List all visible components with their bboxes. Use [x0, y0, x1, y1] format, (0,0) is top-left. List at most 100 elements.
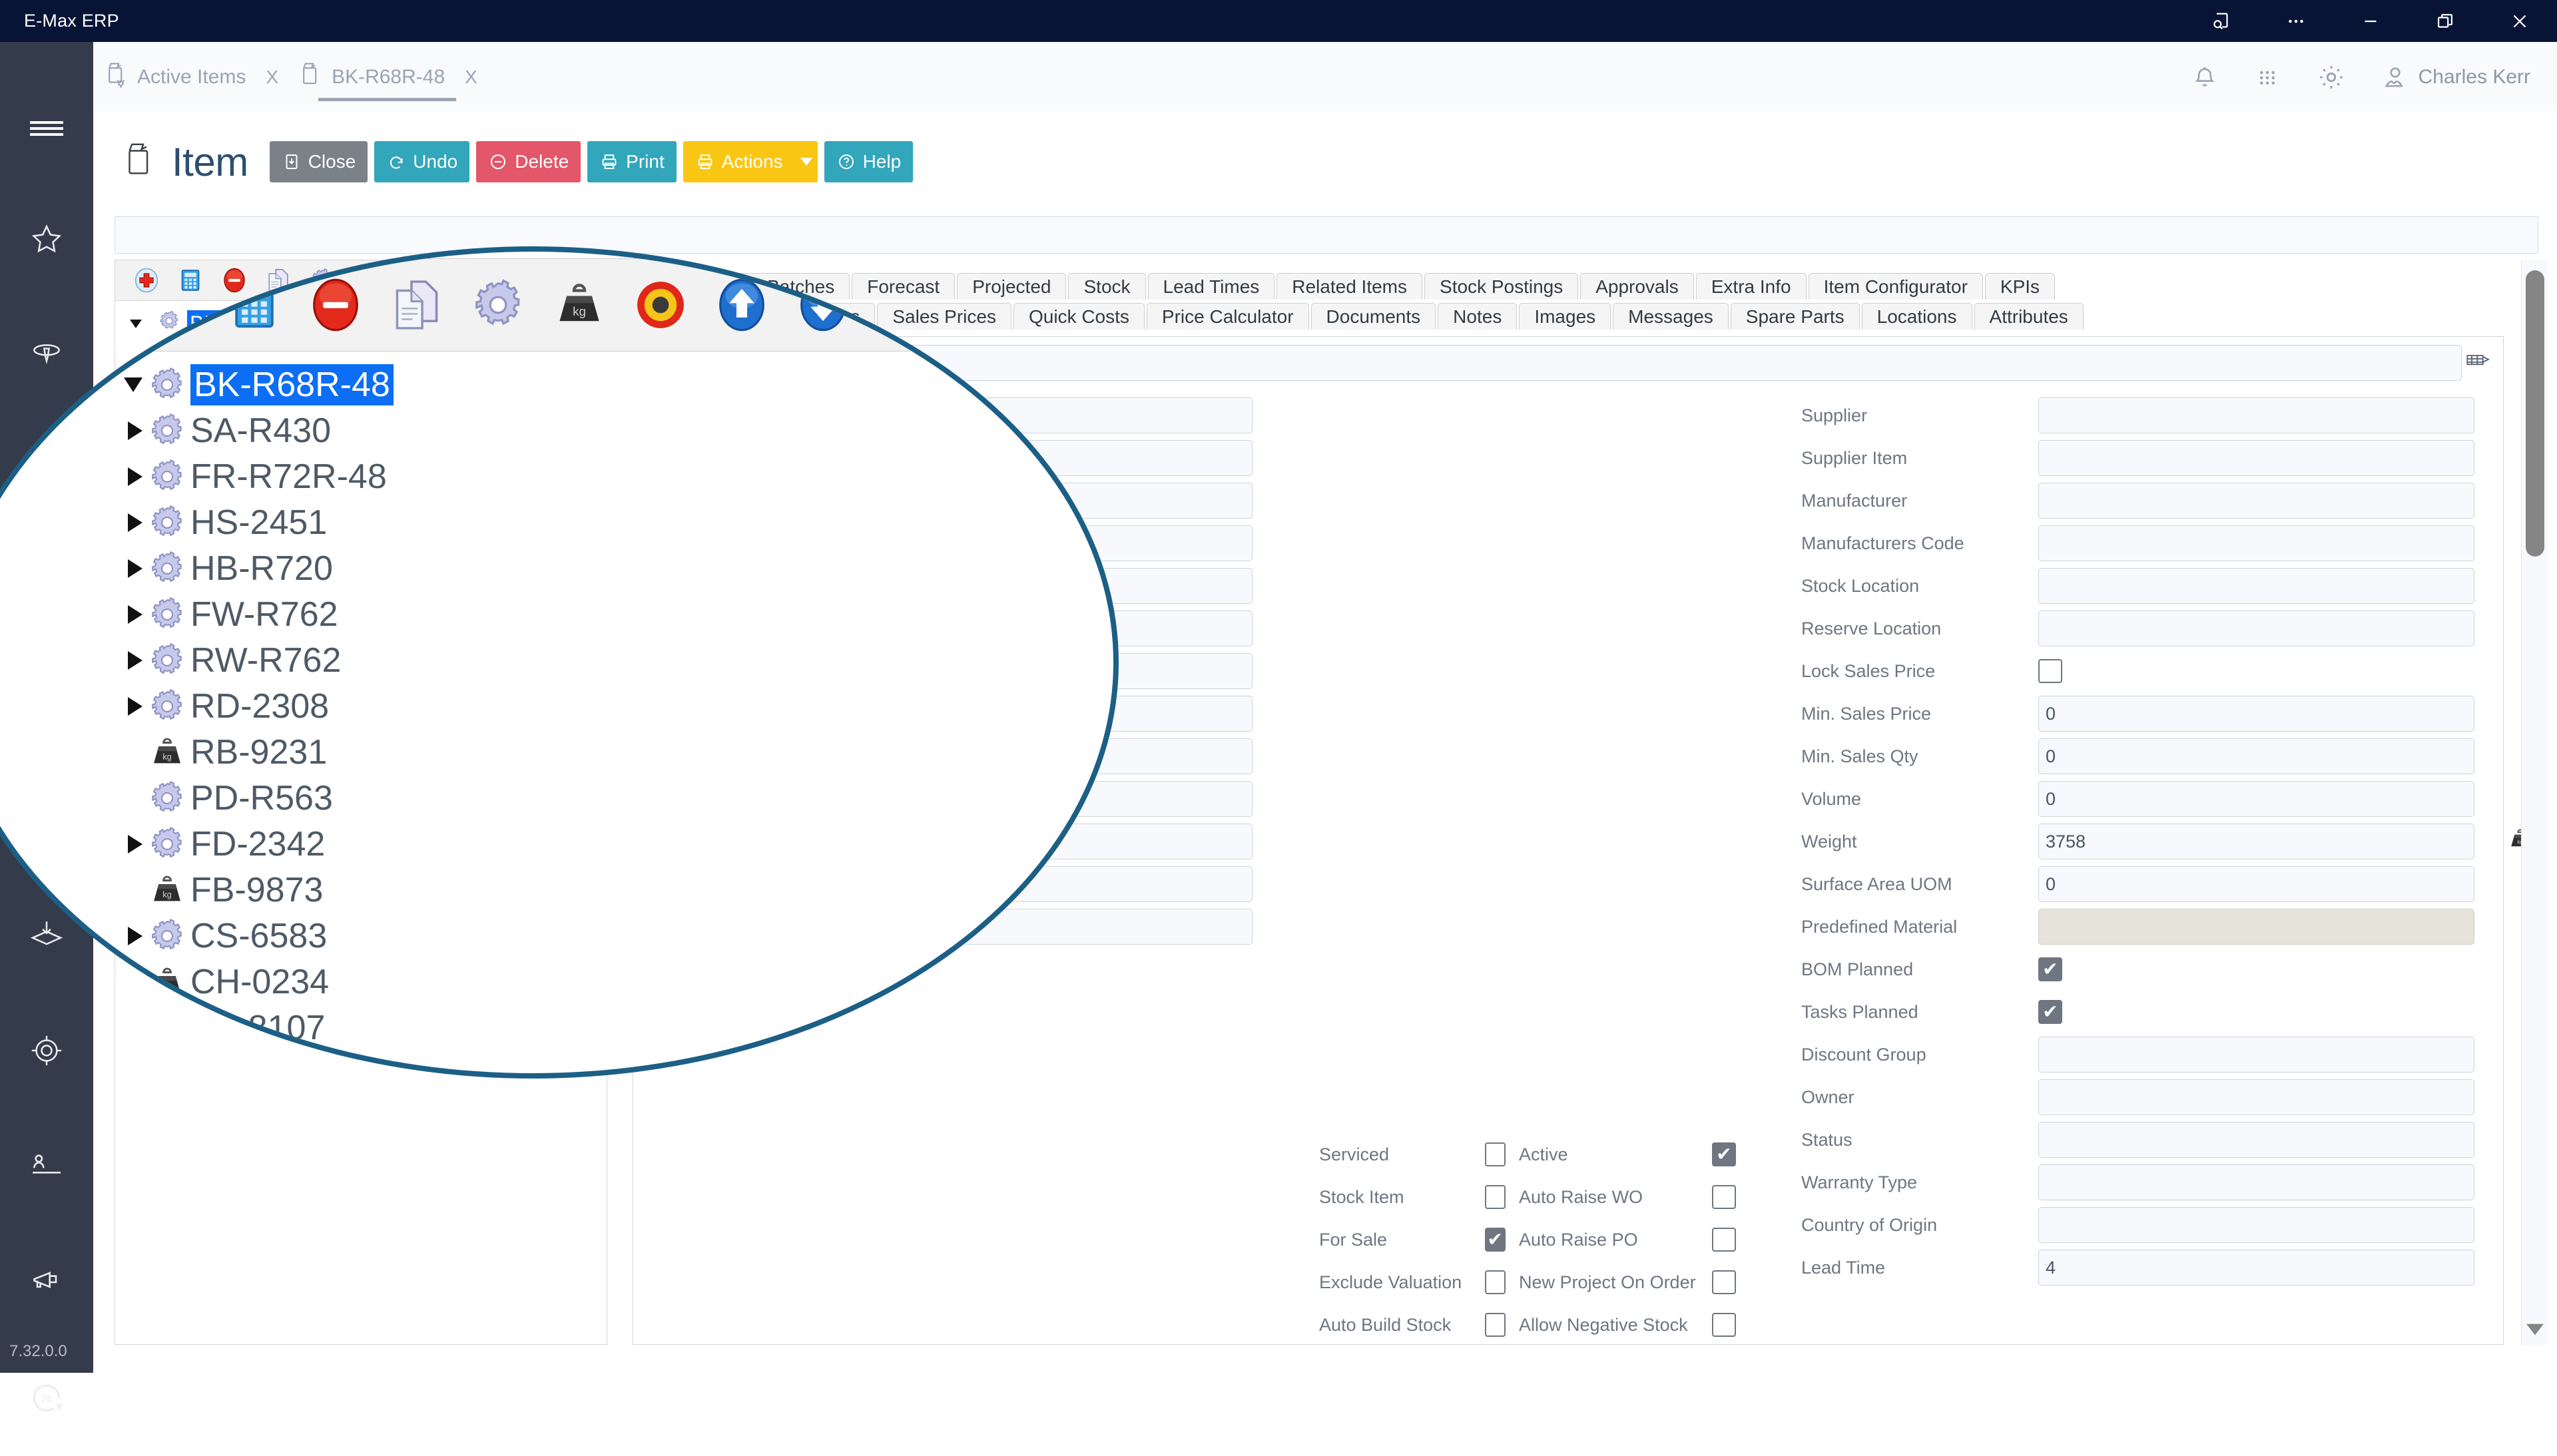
magnified-tree-item[interactable]: SA-R430: [105, 407, 1113, 453]
input-weight[interactable]: 3758: [2038, 824, 2474, 859]
delete-button[interactable]: Delete: [476, 141, 581, 182]
tab-extra-info[interactable]: Extra Info: [1695, 273, 1807, 300]
actions-dropdown-caret-icon[interactable]: [794, 141, 818, 182]
input-volume[interactable]: 0: [2038, 781, 2474, 817]
gear-icon[interactable]: [457, 265, 539, 345]
magnified-tree-item[interactable]: RW-R762: [105, 637, 1113, 683]
checkbox-for-sale[interactable]: [1484, 1228, 1506, 1252]
input-manufacturer[interactable]: [2038, 483, 2474, 519]
help-button[interactable]: Help: [824, 141, 914, 182]
bell-icon[interactable]: [2191, 63, 2219, 91]
magnified-tree-item[interactable]: kg RB-9231: [105, 729, 1113, 775]
magnified-tree-item[interactable]: HS-2451: [105, 499, 1113, 545]
input-warranty-type[interactable]: [2038, 1164, 2474, 1200]
tab-price-calculator[interactable]: Price Calculator: [1146, 303, 1309, 330]
checkbox-active[interactable]: [1712, 1142, 1736, 1166]
input-reserve-location[interactable]: [2038, 610, 2474, 646]
form-vertical-scrollbar[interactable]: [2521, 260, 2548, 1345]
magnified-tree-item[interactable]: CS-6583: [105, 913, 1113, 959]
magnified-tree-item[interactable]: BB-8107: [105, 1005, 1113, 1051]
checkbox-lock-sales-price[interactable]: [2038, 659, 2062, 683]
chevron-right-icon[interactable]: [105, 834, 146, 853]
input-min-sales-price[interactable]: 0: [2038, 696, 2474, 732]
sidebar-item-sales[interactable]: [0, 298, 93, 413]
close-button[interactable]: Close: [269, 141, 368, 182]
magnified-tree-item[interactable]: kg CH-0234: [105, 959, 1113, 1005]
input-supplier-item[interactable]: [2038, 440, 2474, 476]
checkbox-exclude-valuation[interactable]: [1484, 1270, 1506, 1294]
tab-documents[interactable]: Documents: [1310, 303, 1436, 330]
avatar[interactable]: Charles Kerr: [2381, 63, 2530, 91]
add-icon[interactable]: [133, 265, 214, 345]
gear-icon[interactable]: [2316, 62, 2347, 93]
tab-kpis[interactable]: KPIs: [1984, 273, 2056, 300]
restore-icon[interactable]: [2408, 0, 2482, 42]
checkbox-serviced[interactable]: [1484, 1142, 1506, 1166]
doc-tab-active-items[interactable]: Active Items X: [93, 42, 288, 112]
input-min-sales-qty[interactable]: 0: [2038, 738, 2474, 774]
magnified-tree-item[interactable]: FD-2342: [105, 821, 1113, 867]
input-predefined-material[interactable]: [2038, 909, 2474, 945]
tab-stock-postings[interactable]: Stock Postings: [1424, 273, 1579, 300]
tab-approvals[interactable]: Approvals: [1580, 273, 1694, 300]
checkbox-allow-negative-stock[interactable]: [1712, 1313, 1736, 1337]
tab-item-configurator[interactable]: Item Configurator: [1808, 273, 1983, 300]
doc-tab-bk-r68r-48[interactable]: BK-R68R-48 X: [288, 42, 487, 112]
input-owner[interactable]: [2038, 1079, 2474, 1115]
input-manufacturers-code[interactable]: [2038, 525, 2474, 561]
apps-grid-icon[interactable]: [2253, 63, 2281, 91]
chevron-right-icon[interactable]: [105, 513, 146, 532]
chevron-down-icon[interactable]: [105, 377, 146, 392]
magnified-tree-item[interactable]: RD-2308: [105, 683, 1113, 729]
input-supplier[interactable]: [2038, 397, 2474, 433]
checkbox-auto-raise-wo[interactable]: [1712, 1185, 1736, 1209]
sidebar-item-messages[interactable]: [0, 1224, 93, 1340]
chevron-right-icon[interactable]: [105, 605, 146, 624]
more-options-icon[interactable]: [2259, 0, 2333, 42]
copy-document-icon[interactable]: [376, 265, 457, 345]
tab-lead-times[interactable]: Lead Times: [1147, 273, 1275, 300]
tab-attributes[interactable]: Attributes: [1974, 303, 2084, 330]
tab-images[interactable]: Images: [1519, 303, 1611, 330]
target-icon[interactable]: [620, 265, 701, 345]
chevron-right-icon[interactable]: [105, 467, 146, 486]
chevron-right-icon[interactable]: [105, 696, 146, 716]
magnified-tree-item[interactable]: FR-R72R-48: [105, 453, 1113, 499]
doc-tab-close-icon[interactable]: X: [266, 67, 278, 88]
magnified-tree-item[interactable]: HB-R720: [105, 545, 1113, 591]
tab-messages[interactable]: Messages: [1613, 303, 1729, 330]
magnified-tree-item[interactable]: kg FB-9873: [105, 867, 1113, 913]
search-preview-icon[interactable]: [2184, 0, 2259, 42]
grid-picker-icon[interactable]: [2463, 349, 2494, 375]
sidebar-item-resources[interactable]: [0, 1108, 93, 1224]
input-country-of-origin[interactable]: [2038, 1207, 2474, 1243]
move-up-icon[interactable]: [701, 265, 782, 345]
input-surface-area-uom[interactable]: 0: [2038, 866, 2474, 902]
checkbox-bom-planned[interactable]: [2038, 957, 2062, 981]
input-status[interactable]: [2038, 1122, 2474, 1158]
checkbox-tasks-planned[interactable]: [2038, 1000, 2062, 1024]
undo-button[interactable]: Undo: [374, 141, 470, 182]
scrollbar-thumb[interactable]: [2526, 270, 2544, 557]
chevron-right-icon[interactable]: [105, 421, 146, 440]
sidebar-item-favourites[interactable]: [0, 182, 93, 298]
tab-notes[interactable]: Notes: [1438, 303, 1518, 330]
input-discount-group[interactable]: [2038, 1037, 2474, 1073]
chevron-right-icon[interactable]: [105, 926, 146, 945]
input-lead-time[interactable]: 4: [2038, 1250, 2474, 1286]
close-icon[interactable]: [2482, 0, 2557, 42]
actions-button[interactable]: Actions: [683, 141, 795, 182]
magnified-tree-item[interactable]: PD-R563: [105, 775, 1113, 821]
magnified-tree-item[interactable]: FW-R762: [105, 591, 1113, 637]
checkbox-auto-build-stock[interactable]: [1484, 1313, 1506, 1337]
remove-icon[interactable]: [295, 265, 376, 345]
doc-tab-close-icon[interactable]: X: [465, 67, 477, 88]
chevron-right-icon[interactable]: [105, 650, 146, 670]
input-stock-location[interactable]: [2038, 568, 2474, 604]
checkbox-auto-raise-po[interactable]: [1712, 1228, 1736, 1252]
menu-burger-icon[interactable]: [0, 102, 93, 155]
print-button[interactable]: Print: [587, 141, 677, 182]
tab-related-items[interactable]: Related Items: [1277, 273, 1423, 300]
scroll-down-arrow-icon[interactable]: [2524, 1321, 2546, 1338]
checkbox-stock-item[interactable]: [1484, 1185, 1506, 1209]
